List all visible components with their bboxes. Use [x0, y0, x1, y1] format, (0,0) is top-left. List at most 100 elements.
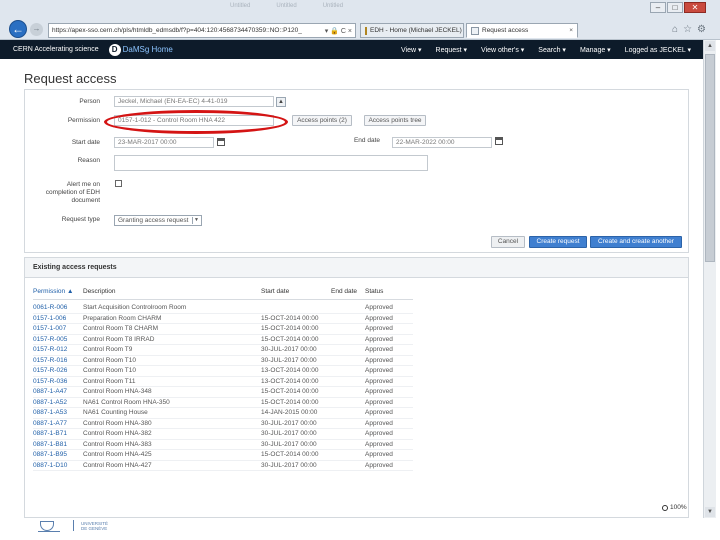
row-permission-link[interactable]: 0887-1-A53: [33, 409, 67, 416]
end-date-calendar-icon[interactable]: [495, 137, 503, 145]
row-description: Control Room T8 IRRAD: [83, 335, 155, 343]
zoom-icon: [662, 504, 668, 511]
row-status: Approved: [365, 440, 393, 448]
row-permission-link[interactable]: 0157-R-026: [33, 367, 67, 374]
start-date-field[interactable]: 23-MAR-2017 00:00: [114, 137, 214, 148]
row-status: Approved: [365, 430, 393, 437]
tab-edh-home[interactable]: EDH - Home (Michael JECKEL): [360, 23, 464, 38]
address-tools[interactable]: ▾ 🔒 C ×: [325, 27, 352, 35]
row-start-date: 13-OCT-2014 00:00: [261, 377, 319, 385]
damsg-logo-icon[interactable]: D: [108, 43, 121, 56]
vertical-scrollbar[interactable]: ▲ ▼: [703, 40, 716, 518]
address-bar[interactable]: https://apex-sso.cern.ch/pls/htmldb_edms…: [48, 23, 356, 38]
permission-field[interactable]: 0157-1-012 - Control Room HNA 422: [114, 115, 274, 126]
row-start-date: 30-JUL-2017 00:00: [261, 346, 317, 353]
table-row: 0887-1-A47 Control Room HNA-348 15-OCT-201…: [33, 387, 413, 398]
table-row: 0887-1-B95 Control Room HNA-425 15-OCT-201…: [33, 450, 413, 461]
background-tab[interactable]: Untitled: [323, 3, 343, 9]
column-status: Status: [365, 288, 384, 295]
home-icon[interactable]: ⌂: [672, 24, 678, 35]
row-description: Preparation Room CHARM: [83, 314, 162, 322]
row-start-date: 15-OCT-2014 00:00: [261, 314, 319, 322]
table-row: 0157-R-005 Control Room T8 IRRAD 15-OCT-20…: [33, 335, 413, 345]
row-permission-link[interactable]: 0157-R-005: [33, 336, 67, 343]
permission-label: Permission: [67, 117, 100, 124]
table-row: 0887-1-B81 Control Room HNA-383 30-JUL-201…: [33, 440, 413, 450]
row-permission-link[interactable]: 0157-1-007: [33, 325, 66, 332]
start-date-calendar-icon[interactable]: [217, 138, 225, 146]
row-permission-link[interactable]: 0157-R-016: [33, 357, 67, 364]
background-tab[interactable]: Untitled: [230, 3, 250, 9]
cern-brand[interactable]: CERN Accelerating science: [0, 46, 99, 53]
row-permission-link[interactable]: 0887-1-B71: [33, 430, 67, 437]
row-start-date: 13-OCT-2014 00:00: [261, 367, 319, 374]
nav-manage[interactable]: Manage ▾: [580, 46, 611, 54]
table-row: 0061-R-006 Start Acquisition Controlroom …: [33, 303, 413, 314]
row-permission-link[interactable]: 0061-R-006: [33, 304, 67, 311]
nav-view[interactable]: View ▾: [401, 46, 422, 54]
row-description: Control Room HNA-382: [83, 430, 152, 437]
cancel-button[interactable]: Cancel: [491, 236, 525, 248]
end-date-field[interactable]: 22-MAR-2022 00:00: [392, 137, 492, 148]
table-body: 0061-R-006 Start Acquisition Controlroom …: [25, 303, 688, 471]
scroll-up-icon[interactable]: ▲: [705, 41, 715, 51]
request-type-select[interactable]: Granting access request ▼: [114, 215, 202, 226]
row-permission-link[interactable]: 0887-1-B95: [33, 451, 67, 458]
access-points-tree-button[interactable]: Access points tree: [364, 115, 426, 126]
close-tab-icon[interactable]: ×: [569, 27, 573, 34]
damsg-home-link[interactable]: DaMSg Home: [123, 45, 173, 54]
footer: UNIVERSITÉ DE GENÈVE: [0, 518, 720, 540]
alert-checkbox[interactable]: [115, 180, 122, 187]
table-header: Permission ▲ Description Start date End …: [25, 288, 688, 298]
request-form: [24, 89, 689, 253]
row-permission-link[interactable]: 0157-R-012: [33, 346, 67, 353]
app-navbar: CERN Accelerating science D DaMSg Home V…: [0, 40, 703, 59]
nav-request[interactable]: Request ▾: [436, 46, 468, 54]
tab-title: EDH - Home (Michael JECKEL): [370, 27, 462, 34]
page-favicon-icon: [471, 26, 479, 35]
end-date-label: End date: [353, 137, 380, 144]
person-lookup-icon[interactable]: ▲: [276, 97, 286, 107]
row-permission-link[interactable]: 0157-R-036: [33, 378, 67, 385]
person-field[interactable]: Jeckel, Michael (EN-EA-EC) 4-41-019: [114, 96, 274, 107]
nav-user-menu[interactable]: Logged as JECKEL ▾: [625, 46, 691, 54]
create-and-create-another-button[interactable]: Create and create another: [590, 236, 682, 248]
scroll-down-icon[interactable]: ▼: [705, 507, 715, 517]
create-request-button[interactable]: Create request: [529, 236, 587, 248]
settings-gear-icon[interactable]: ⚙: [697, 24, 706, 35]
row-permission-link[interactable]: 0157-1-006: [33, 315, 66, 322]
tab-request-access[interactable]: Request access ×: [466, 23, 578, 38]
close-window-button[interactable]: ✕: [684, 2, 706, 13]
background-tab[interactable]: Untitled: [276, 3, 296, 9]
nav-search[interactable]: Search ▾: [538, 46, 566, 54]
column-permission[interactable]: Permission ▲: [33, 288, 73, 295]
favorites-star-icon[interactable]: ☆: [683, 24, 692, 35]
maximize-button[interactable]: □: [667, 2, 683, 13]
row-permission-link[interactable]: 0887-1-D10: [33, 462, 67, 469]
row-permission-link[interactable]: 0887-1-A47: [33, 388, 67, 395]
row-permission-link[interactable]: 0887-1-A77: [33, 420, 67, 427]
table-row: 0157-1-007 Control Room T8 CHARM 15-OCT-20…: [33, 324, 413, 335]
access-points-button[interactable]: Access points (2): [292, 115, 352, 126]
reason-textarea[interactable]: [114, 155, 428, 171]
row-description: Control Room T10: [83, 367, 136, 374]
table-row: 0887-1-A77 Control Room HNA-380 30-JUL-201…: [33, 419, 413, 429]
row-status: Approved: [365, 461, 393, 469]
row-start-date: 14-JAN-2015 00:00: [261, 409, 318, 416]
minimize-button[interactable]: –: [650, 2, 666, 13]
forward-arrow-icon[interactable]: →: [30, 23, 43, 36]
address-text[interactable]: https://apex-sso.cern.ch/pls/htmldb_edms…: [52, 27, 322, 34]
table-row: 0887-1-A53 NA61 Counting House 14-JAN-2015…: [33, 408, 413, 419]
row-permission-link[interactable]: 0887-1-B81: [33, 441, 67, 448]
nav-view-others[interactable]: View other's ▾: [481, 46, 524, 54]
row-start-date: 15-OCT-2014 00:00: [261, 388, 319, 395]
page-title: Request access: [24, 71, 117, 86]
row-description: Control Room T9: [83, 346, 133, 353]
start-date-label: Start date: [71, 139, 100, 146]
scroll-thumb[interactable]: [705, 54, 715, 262]
column-description: Description: [83, 288, 116, 295]
row-status: Approved: [365, 388, 393, 395]
zoom-indicator[interactable]: 100%: [662, 504, 687, 511]
row-permission-link[interactable]: 0887-1-A52: [33, 399, 67, 406]
back-arrow-icon[interactable]: ←: [9, 20, 27, 38]
